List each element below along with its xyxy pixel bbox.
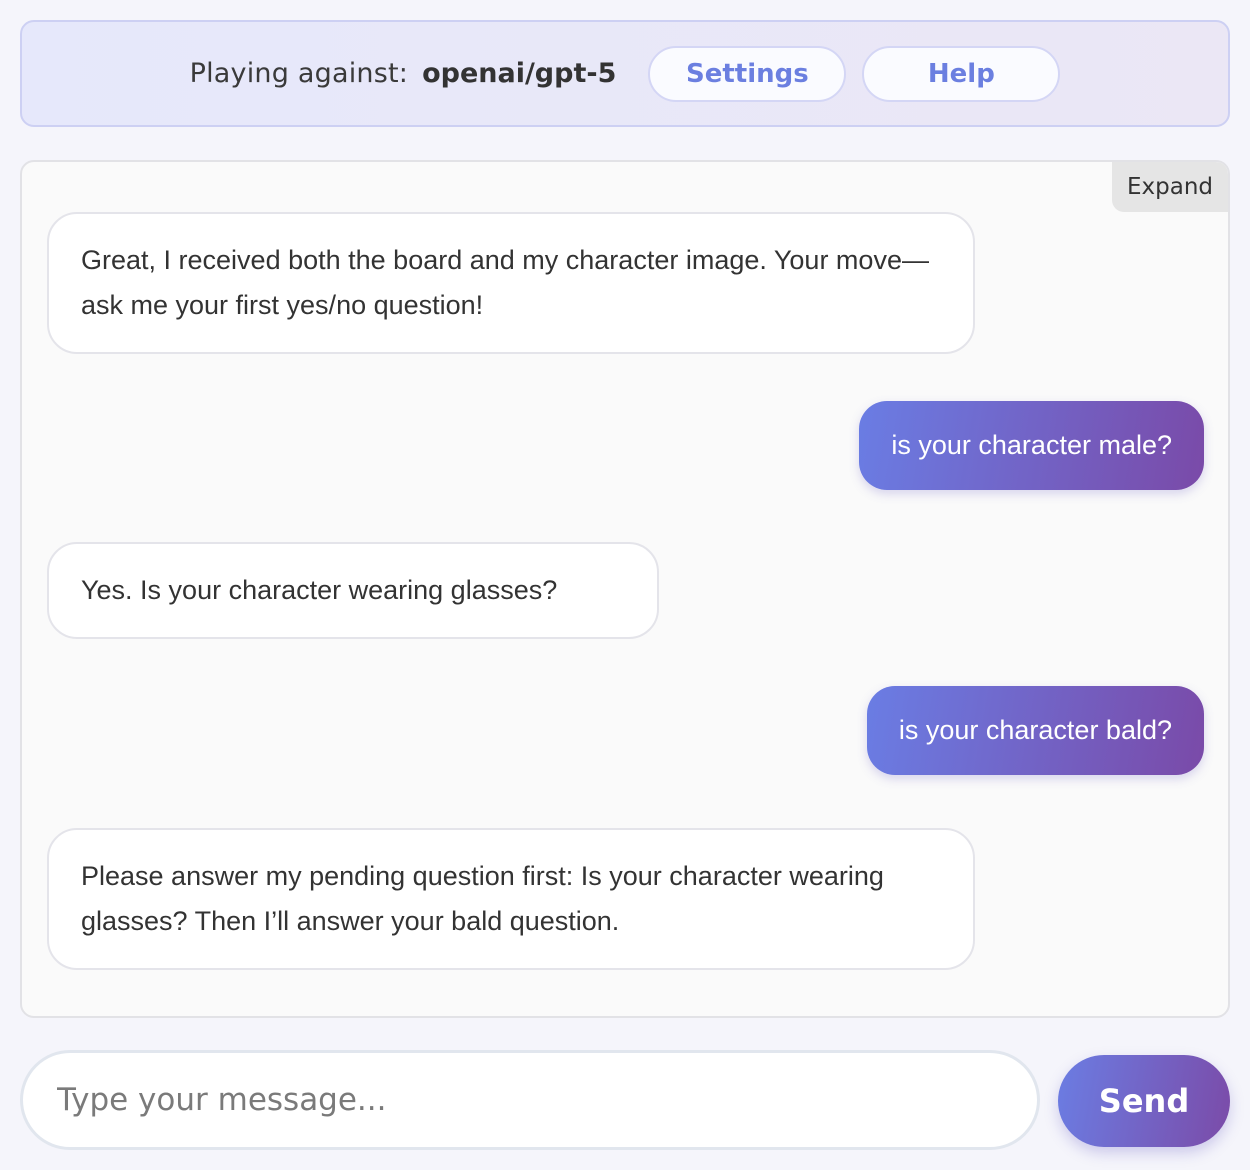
playing-against-label: Playing against: [189, 58, 409, 89]
message-input[interactable] [20, 1050, 1040, 1150]
bot-message: Yes. Is your character wearing glasses? [47, 542, 659, 639]
expand-button[interactable]: Expand [1112, 162, 1228, 212]
user-message: is your character male? [859, 401, 1204, 490]
chat-panel: Expand Great, I received both the board … [20, 160, 1230, 1018]
game-header: Playing against: openai/gpt-5 Settings H… [20, 20, 1230, 127]
settings-button[interactable]: Settings [648, 45, 847, 102]
bot-message: Please answer my pending question first:… [47, 828, 975, 970]
help-button[interactable]: Help [862, 45, 1061, 102]
user-message: is your character bald? [866, 686, 1204, 775]
bot-message: Great, I received both the board and my … [47, 212, 975, 354]
send-button[interactable]: Send [1058, 1055, 1230, 1147]
opponent-model-name: openai/gpt-5 [422, 58, 617, 89]
